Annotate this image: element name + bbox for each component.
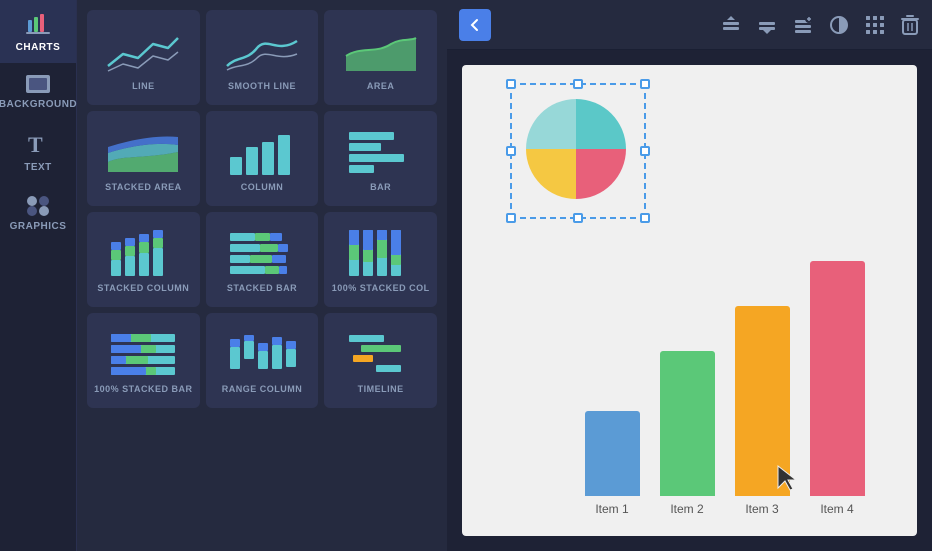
selection-handle-bottom[interactable] [573, 213, 583, 223]
chart-thumb-100-stacked-col[interactable]: 100% STACKED COL [324, 212, 437, 307]
chart-row-4: 100% STACKED BAR RANGE COLUMN [87, 313, 437, 408]
bar-chart: Item 1 Item 2 Item 3 [562, 266, 887, 516]
chart-label-column: COLUMN [241, 182, 284, 192]
chart-thumb-bar[interactable]: BAR [324, 111, 437, 206]
sidebar-label-charts: CHARTS [16, 42, 61, 53]
layer-down-icon [756, 14, 778, 36]
canvas-area: Item 1 Item 2 Item 3 [462, 65, 917, 536]
bar-label-3: Item 3 [745, 502, 778, 516]
selection-handle-tr[interactable] [640, 79, 650, 89]
collapse-button[interactable] [459, 9, 491, 41]
sidebar-item-graphics[interactable]: GRAPHICS [0, 183, 76, 242]
bar-label-2: Item 2 [670, 502, 703, 516]
sidebar-label-text: TEXT [24, 162, 52, 173]
background-icon [24, 73, 52, 95]
toolbar [447, 0, 932, 50]
stacked-column-thumb-svg [103, 228, 183, 278]
bar-item-4: Item 4 [810, 261, 865, 516]
layer-up-icon [720, 14, 742, 36]
bar-1 [585, 411, 640, 496]
chart-thumb-range-column[interactable]: RANGE COLUMN [206, 313, 319, 408]
area-thumb-svg [341, 26, 421, 76]
layer-up-button[interactable] [720, 14, 742, 36]
bar-2 [660, 351, 715, 496]
chart-thumb-stacked-column[interactable]: STACKED COLUMN [87, 212, 200, 307]
chart-panel: LINE SMOOTH LINE AREA STACKED AREA [77, 0, 447, 551]
sidebar-label-graphics: GRAPHICS [10, 221, 67, 232]
chart-label-timeline: TIMELINE [358, 384, 404, 394]
chart-label-stacked-column: STACKED COLUMN [97, 283, 189, 293]
selection-handle-left[interactable] [506, 146, 516, 156]
range-column-thumb-svg [222, 329, 302, 379]
delete-button[interactable] [900, 14, 920, 36]
chart-label-smooth-line: SMOOTH LINE [228, 81, 296, 91]
sidebar-item-background[interactable]: BACKGROUND [0, 63, 76, 120]
chart-label-100-stacked-bar: 100% STACKED BAR [94, 384, 192, 394]
sidebar: CHARTS BACKGROUND T TEXT GRAPHICS [0, 0, 77, 551]
chart-thumb-area[interactable]: AREA [324, 10, 437, 105]
chart-label-100-stacked-col: 100% STACKED COL [332, 283, 430, 293]
chart-row-2: STACKED AREA COLUMN BAR [87, 111, 437, 206]
bar-4 [810, 261, 865, 496]
bar-thumb-svg [341, 127, 421, 177]
chart-label-area: AREA [367, 81, 395, 91]
selection-handle-top[interactable] [573, 79, 583, 89]
chart-thumb-stacked-bar[interactable]: STACKED BAR [206, 212, 319, 307]
chart-thumb-smooth-line[interactable]: SMOOTH LINE [206, 10, 319, 105]
bar-label-1: Item 1 [595, 502, 628, 516]
svg-text:T: T [28, 132, 43, 157]
charts-icon [24, 10, 52, 38]
selection-handle-tl[interactable] [506, 79, 516, 89]
selection-handle-bl[interactable] [506, 213, 516, 223]
chart-label-range-column: RANGE COLUMN [222, 384, 303, 394]
chart-label-stacked-bar: STACKED BAR [227, 283, 297, 293]
pattern-button[interactable] [864, 14, 886, 36]
100-stacked-col-thumb-svg [341, 228, 421, 278]
pattern-icon [864, 14, 886, 36]
chart-thumb-stacked-area[interactable]: STACKED AREA [87, 111, 200, 206]
contrast-icon [828, 14, 850, 36]
delete-icon [900, 14, 920, 36]
timeline-thumb-svg [341, 329, 421, 379]
chart-thumb-timeline[interactable]: TIMELINE [324, 313, 437, 408]
graphics-icon [24, 193, 52, 217]
sidebar-item-charts[interactable]: CHARTS [0, 0, 76, 63]
selection-handle-right[interactable] [640, 146, 650, 156]
bar-item-2: Item 2 [660, 351, 715, 516]
bars-container: Item 1 Item 2 Item 3 [562, 266, 887, 516]
chart-label-stacked-area: STACKED AREA [105, 182, 182, 192]
sidebar-label-background: BACKGROUND [0, 99, 77, 110]
add-layer-icon [792, 14, 814, 36]
bar-label-4: Item 4 [820, 502, 853, 516]
chart-label-bar: BAR [370, 182, 391, 192]
main-area: Item 1 Item 2 Item 3 [447, 0, 932, 551]
chart-thumb-column[interactable]: COLUMN [206, 111, 319, 206]
smooth-line-thumb-svg [222, 26, 302, 76]
add-layer-button[interactable] [792, 14, 814, 36]
chevron-left-icon [468, 18, 482, 32]
cursor-icon [774, 462, 806, 494]
line-thumb-svg [103, 26, 183, 76]
100-stacked-bar-thumb-svg [103, 329, 183, 379]
column-thumb-svg [222, 127, 302, 177]
chart-label-line: LINE [132, 81, 155, 91]
stacked-area-thumb-svg [103, 127, 183, 177]
chart-row-3: STACKED COLUMN STACKED BAR [87, 212, 437, 307]
bar-item-1: Item 1 [585, 411, 640, 516]
layer-down-button[interactable] [756, 14, 778, 36]
chart-row-1: LINE SMOOTH LINE AREA [87, 10, 437, 105]
text-icon: T [24, 130, 52, 158]
chart-thumb-line[interactable]: LINE [87, 10, 200, 105]
stacked-bar-thumb-svg [222, 228, 302, 278]
contrast-button[interactable] [828, 14, 850, 36]
pie-chart [516, 89, 636, 209]
bar-item-3: Item 3 [735, 306, 790, 516]
selection-handle-br[interactable] [640, 213, 650, 223]
chart-thumb-100-stacked-bar[interactable]: 100% STACKED BAR [87, 313, 200, 408]
sidebar-item-text[interactable]: T TEXT [0, 120, 76, 183]
